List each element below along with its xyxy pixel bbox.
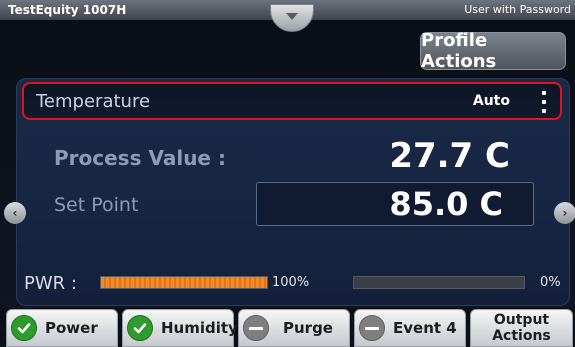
temperature-loop-header[interactable]: Temperature Auto	[22, 82, 562, 120]
tab-label-line1: Output	[493, 312, 550, 328]
heat-power-fill	[101, 277, 267, 288]
profile-actions-button[interactable]: Profile Actions	[420, 30, 566, 72]
tab-label-line2: Actions	[492, 328, 551, 344]
minus-icon	[359, 315, 385, 341]
tab-label: Humidity	[161, 319, 238, 337]
check-icon	[127, 315, 153, 341]
tab-label: Purge	[283, 319, 333, 337]
minus-icon	[243, 315, 269, 341]
next-loop-button[interactable]: ›	[554, 202, 575, 224]
set-point-field[interactable]: 85.0 C	[256, 182, 534, 226]
loop-name: Temperature	[36, 91, 151, 112]
process-value: 27.7 C	[389, 136, 510, 176]
chevron-down-icon	[286, 12, 298, 20]
heat-power-bar	[100, 276, 268, 289]
cool-power-bar	[353, 276, 525, 289]
tab-output-actions[interactable]: Output Actions	[470, 309, 573, 347]
cool-power-percent: 0%	[540, 275, 561, 290]
tab-purge[interactable]: Purge	[238, 309, 350, 347]
tab-label: Event 4	[393, 319, 457, 337]
process-value-label: Process Value :	[54, 146, 226, 170]
kebab-menu-icon[interactable]	[542, 91, 546, 113]
heat-power-percent: 100%	[272, 275, 310, 290]
set-point-value: 85.0 C	[389, 185, 503, 223]
device-name: TestEquity 1007H	[8, 3, 127, 17]
check-icon	[11, 315, 37, 341]
tab-event-4[interactable]: Event 4	[354, 309, 466, 347]
loop-mode: Auto	[472, 93, 510, 109]
power-label: PWR :	[24, 273, 77, 294]
tab-power[interactable]: Power	[6, 309, 118, 347]
user-level: User with Password	[464, 3, 571, 16]
set-point-label: Set Point	[54, 194, 139, 216]
previous-loop-button[interactable]: ‹	[4, 202, 26, 224]
chevron-left-icon: ‹	[12, 206, 18, 220]
tab-label: Power	[45, 319, 98, 337]
tab-humidity[interactable]: Humidity	[122, 309, 238, 347]
chevron-right-icon: ›	[562, 206, 568, 220]
